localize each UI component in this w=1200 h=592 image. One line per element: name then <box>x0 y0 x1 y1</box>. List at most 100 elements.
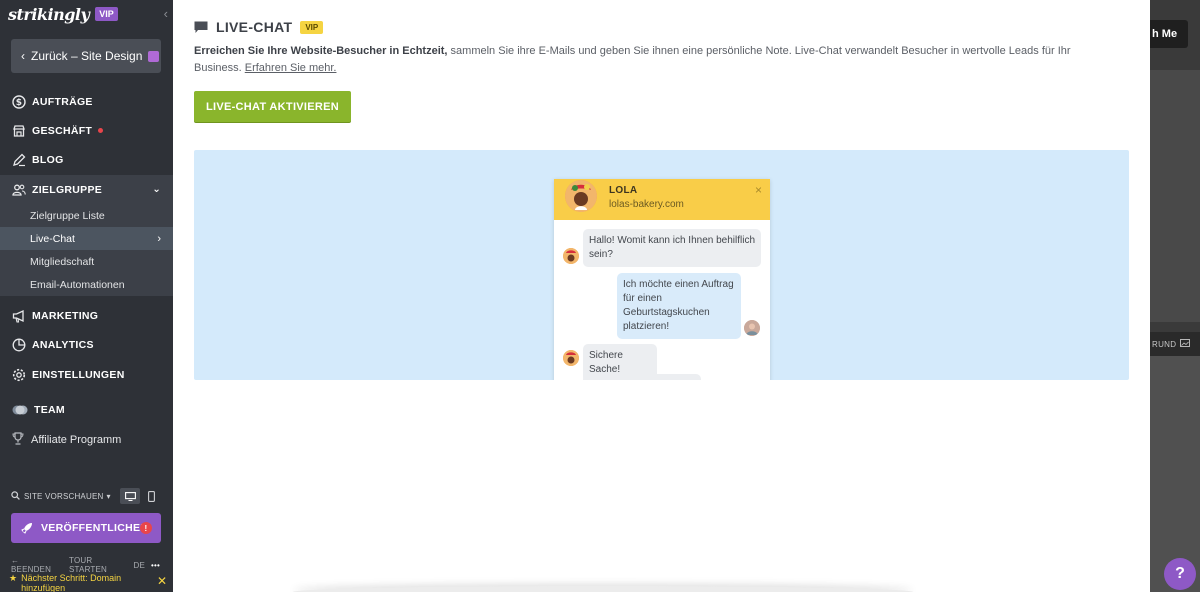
description-text: Erreichen Sie Ihre Website-Besucher in E… <box>194 43 1119 77</box>
subnav-item-membership[interactable]: Mitgliedschaft <box>0 250 173 273</box>
svg-text:$: $ <box>16 98 23 108</box>
chat-message-partial <box>583 374 701 380</box>
chat-widget-header: LOLA lolas-bakery.com × <box>554 179 770 220</box>
chevron-left-icon: ‹ <box>21 49 25 63</box>
search-icon <box>11 490 20 502</box>
pie-chart-icon <box>12 338 26 352</box>
subnav-item-email-automations[interactable]: Email-Automationen <box>0 273 173 296</box>
agent-mini-avatar <box>563 350 579 366</box>
background-section <box>1150 70 1200 322</box>
team-icon <box>12 403 28 417</box>
next-step-text: Nächster Schritt: Domain hinzufügen <box>21 573 122 592</box>
gear-icon <box>12 368 26 382</box>
chat-widget-preview: LOLA lolas-bakery.com × Hallo! Womit kan… <box>194 150 1129 380</box>
background-button[interactable]: h Me <box>1150 20 1188 48</box>
vip-badge: VIP <box>95 7 118 21</box>
nav-item-analytics[interactable]: ANALYTICS <box>0 330 173 359</box>
subnav-label: Zielgruppe Liste <box>30 209 105 222</box>
nav-item-orders[interactable]: $ AUFTRÄGE <box>0 87 173 116</box>
learn-more-link[interactable]: Erfahren Sie mehr. <box>245 62 337 74</box>
desktop-preview-button[interactable] <box>120 488 140 504</box>
more-options-icon[interactable]: ••• <box>151 561 160 570</box>
collapse-sidebar-icon[interactable]: ‹ <box>164 6 168 21</box>
logo-row: strikingly VIP ‹ <box>8 4 168 24</box>
nav-label: EINSTELLUNGEN <box>32 368 125 381</box>
chevron-down-icon: ⌄ <box>152 184 161 195</box>
nav-label: ANALYTICS <box>32 338 94 351</box>
description-bold: Erreichen Sie Ihre Website-Besucher in E… <box>194 45 448 57</box>
nav-item-store[interactable]: GESCHÄFT <box>0 116 173 145</box>
chat-message-user: Ich möchte einen Auftrag für einen Gebur… <box>617 273 741 339</box>
sidebar-footer-links: ← BEENDEN TOUR STARTEN DE ••• <box>11 556 166 574</box>
close-icon[interactable]: ✕ <box>157 575 167 587</box>
live-chat-panel: LIVE-CHAT VIP Erreichen Sie Ihre Website… <box>173 0 1150 592</box>
affiliate-label: Affiliate Programm <box>31 434 122 446</box>
chat-widget: LOLA lolas-bakery.com × Hallo! Womit kan… <box>554 179 770 380</box>
audience-icon <box>12 183 26 197</box>
subnav-item-audience-list[interactable]: Zielgruppe Liste <box>0 204 173 227</box>
logo[interactable]: strikingly <box>8 5 90 24</box>
site-preview-dropdown[interactable]: SITE VORSCHAUEN <box>24 492 103 501</box>
nav-label: TEAM <box>34 403 65 416</box>
chat-message-agent: Hallo! Womit kann ich Ihnen behilflich s… <box>583 229 761 267</box>
chevron-right-icon: › <box>157 232 161 245</box>
nav-item-marketing[interactable]: MARKETING <box>0 301 173 330</box>
site-editor-background: h Me RUND <box>1150 0 1200 592</box>
subnav-label: Mitgliedschaft <box>30 255 95 268</box>
nav-label: GESCHÄFT <box>32 124 93 137</box>
close-icon[interactable]: × <box>755 183 762 197</box>
affiliate-program-link[interactable]: Affiliate Programm <box>0 426 173 454</box>
pen-icon <box>12 153 26 167</box>
modal-shadow <box>293 586 913 592</box>
background-label-text: RUND <box>1152 339 1177 349</box>
vip-badge: VIP <box>300 20 324 34</box>
publish-warning-badge: ! <box>140 522 152 534</box>
exit-link[interactable]: ← BEENDEN <box>11 556 63 574</box>
chat-bubble-icon <box>194 21 208 34</box>
nav-item-team[interactable]: TEAM <box>0 395 173 424</box>
publish-button[interactable]: VERÖFFENTLICHEN ! <box>11 513 161 543</box>
megaphone-icon <box>12 309 26 323</box>
trophy-icon <box>12 432 24 448</box>
site-preview-row: SITE VORSCHAUEN ▾ <box>11 488 161 504</box>
sidebar: strikingly VIP ‹ ‹ Zurück – Site Design … <box>0 0 173 592</box>
mobile-preview-button[interactable] <box>141 488 161 504</box>
palette-icon <box>148 50 160 62</box>
user-mini-avatar <box>744 320 760 336</box>
publish-label: VERÖFFENTLICHEN <box>41 522 149 534</box>
nav-item-settings[interactable]: EINSTELLUNGEN <box>0 360 173 389</box>
language-selector[interactable]: DE <box>133 561 145 570</box>
image-icon <box>1180 339 1191 349</box>
panel-header: LIVE-CHAT VIP <box>194 18 324 36</box>
mobile-icon <box>147 490 155 502</box>
subnav-label: Email-Automationen <box>30 278 125 291</box>
agent-mini-avatar <box>563 248 579 264</box>
agent-site: lolas-bakery.com <box>609 199 684 210</box>
chevron-down-icon: ▾ <box>106 491 111 501</box>
agent-avatar <box>565 180 597 212</box>
next-step-banner[interactable]: ★ Nächster Schritt: Domain hinzufügen ✕ <box>0 573 173 592</box>
store-icon <box>12 124 26 138</box>
activate-live-chat-button[interactable]: LIVE-CHAT AKTIVIEREN <box>194 91 351 122</box>
subnav-item-live-chat[interactable]: Live-Chat › <box>0 227 173 250</box>
nav-item-audience[interactable]: ZIELGRUPPE ⌄ <box>0 175 173 204</box>
help-button[interactable]: ? <box>1164 558 1196 590</box>
background-section <box>1150 356 1200 592</box>
subnav-label: Live-Chat <box>30 232 75 245</box>
nav-label: ZIELGRUPPE <box>32 183 103 196</box>
star-icon: ★ <box>9 573 18 583</box>
background-label[interactable]: RUND <box>1150 332 1200 356</box>
page-title: LIVE-CHAT <box>216 19 293 35</box>
back-to-site-design-button[interactable]: ‹ Zurück – Site Design <box>11 39 161 73</box>
desktop-icon <box>124 491 136 501</box>
agent-name: LOLA <box>609 185 638 196</box>
nav-item-blog[interactable]: BLOG <box>0 145 173 174</box>
nav-label: BLOG <box>32 153 64 166</box>
notification-dot <box>98 128 104 133</box>
back-button-label: Zurück – Site Design <box>31 49 143 63</box>
nav-label: AUFTRÄGE <box>32 95 93 108</box>
nav-label: MARKETING <box>32 309 99 322</box>
start-tour-link[interactable]: TOUR STARTEN <box>69 556 127 574</box>
rocket-icon <box>21 522 33 534</box>
dollar-circle-icon: $ <box>12 94 26 109</box>
